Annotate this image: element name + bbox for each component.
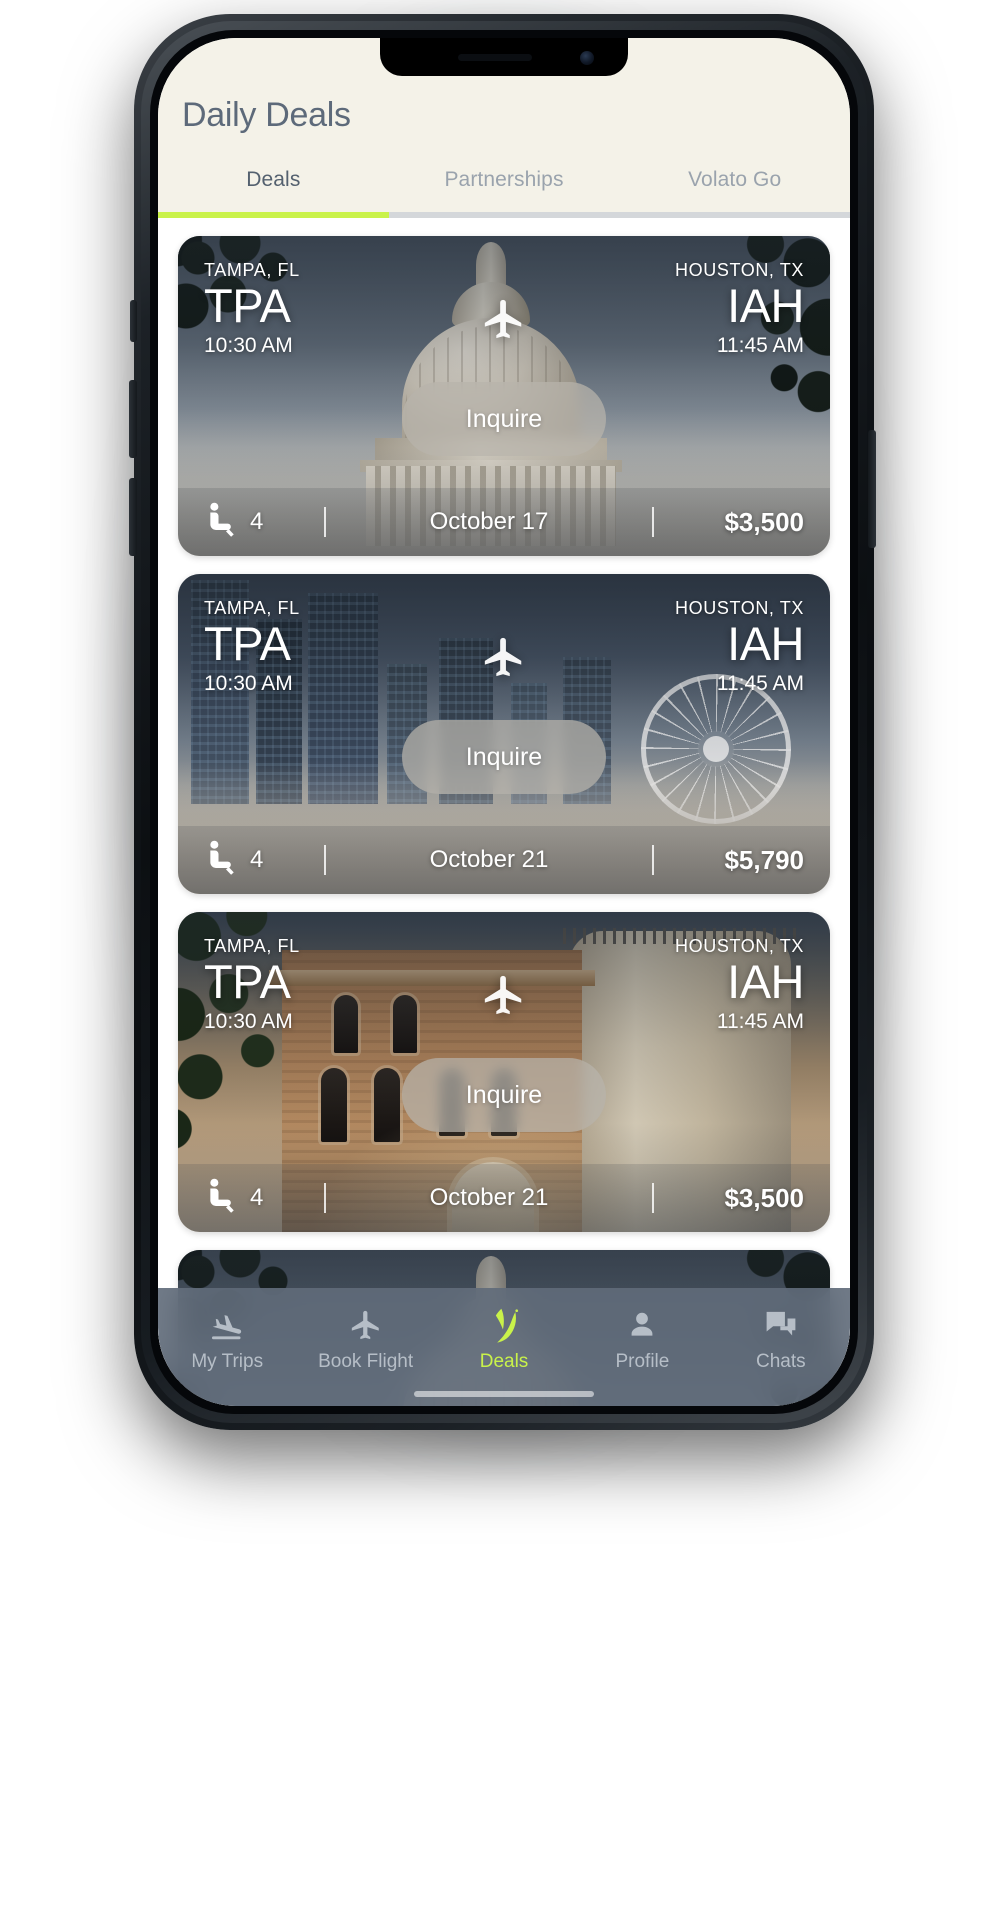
- tab-deals-underline: [158, 212, 389, 218]
- deal-card[interactable]: TAMPA, FL TPA 10:30 AM HOUSTON, TX IAH 1…: [178, 236, 830, 556]
- deal-card[interactable]: TAMPA, FL TPA 10:30 AM HOUSTON, TX IAH 1…: [178, 574, 830, 894]
- earpiece-speaker: [458, 54, 532, 61]
- notch: [380, 38, 628, 76]
- deals-scroll-list[interactable]: TAMPA, FL TPA 10:30 AM HOUSTON, TX IAH 1…: [158, 218, 850, 1406]
- inquire-button-label: Inquire: [465, 742, 543, 771]
- route-row: TAMPA, FL TPA 10:30 AM HOUSTON, TX IAH 1…: [178, 260, 830, 358]
- seats-group: 4: [204, 840, 324, 881]
- inquire-button[interactable]: Inquire: [402, 720, 606, 794]
- destination-time: 11:45 AM: [716, 671, 804, 695]
- mute-switch[interactable]: [130, 300, 137, 342]
- airplane-icon: [349, 1306, 383, 1344]
- nav-item-book-flight[interactable]: Book Flight: [296, 1306, 434, 1373]
- airplane-icon: [394, 598, 614, 680]
- bottom-navigation-bar: My Trips Book Flight Deals Profile Chats: [158, 1288, 850, 1406]
- nav-label-my-trips: My Trips: [191, 1351, 264, 1372]
- seat-icon: [204, 840, 238, 881]
- nav-item-chats[interactable]: Chats: [712, 1306, 850, 1373]
- origin-city: TAMPA, FL: [204, 260, 300, 280]
- nav-item-deals[interactable]: Deals: [435, 1306, 573, 1373]
- origin-time: 10:30 AM: [204, 671, 293, 695]
- nav-item-my-trips[interactable]: My Trips: [158, 1306, 296, 1373]
- phone-screen: Daily Deals Deals Partnerships Volato Go: [158, 38, 850, 1406]
- origin-time: 10:30 AM: [204, 333, 293, 357]
- destination-city: HOUSTON, TX: [675, 598, 804, 618]
- nav-label-chats: Chats: [756, 1351, 806, 1372]
- deal-date: October 21: [429, 1184, 549, 1211]
- origin-time: 10:30 AM: [204, 1009, 293, 1033]
- card-footer: 4 October 17 $3,500: [178, 488, 830, 556]
- nav-label-profile: Profile: [615, 1351, 670, 1372]
- destination-code: IAH: [727, 617, 804, 670]
- home-indicator[interactable]: [414, 1391, 594, 1397]
- destination-city: HOUSTON, TX: [675, 936, 804, 956]
- volume-down-button[interactable]: [129, 478, 137, 556]
- deal-card[interactable]: TAMPA, FL TPA 10:30 AM HOUSTON, TX IAH 1…: [178, 912, 830, 1232]
- deal-price: $5,790: [724, 844, 804, 875]
- power-button[interactable]: [868, 430, 876, 548]
- airplane-icon: [394, 936, 614, 1018]
- front-camera-icon: [580, 51, 594, 65]
- tab-volato-go-underline: [619, 212, 850, 218]
- deal-date: October 17: [429, 508, 549, 535]
- tab-deals[interactable]: Deals: [158, 166, 389, 218]
- inquire-button-label: Inquire: [465, 1080, 543, 1109]
- seats-group: 4: [204, 502, 324, 543]
- inquire-button[interactable]: Inquire: [402, 1058, 606, 1132]
- nav-item-profile[interactable]: Profile: [573, 1306, 711, 1373]
- origin-code: TPA: [204, 617, 291, 670]
- deal-price: $3,500: [724, 1182, 804, 1213]
- origin-block: TAMPA, FL TPA 10:30 AM: [204, 260, 394, 358]
- person-icon: [626, 1306, 658, 1344]
- seats-group: 4: [204, 1178, 324, 1219]
- seat-icon: [204, 502, 238, 543]
- inquire-button-label: Inquire: [465, 404, 543, 433]
- nav-label-deals: Deals: [479, 1351, 529, 1372]
- seat-count: 4: [250, 1184, 264, 1211]
- tab-partnerships[interactable]: Partnerships: [388, 166, 620, 218]
- card-footer: 4 October 21 $3,500: [178, 1164, 830, 1232]
- seat-count: 4: [250, 508, 264, 535]
- volato-leaf-logo: [487, 1306, 521, 1344]
- destination-block: HOUSTON, TX IAH 11:45 AM: [614, 260, 804, 358]
- flight-land-icon: [208, 1306, 246, 1344]
- origin-block: TAMPA, FL TPA 10:30 AM: [204, 936, 394, 1034]
- origin-city: TAMPA, FL: [204, 598, 300, 618]
- tab-partnerships-label: Partnerships: [444, 168, 564, 191]
- route-row: TAMPA, FL TPA 10:30 AM HOUSTON, TX IAH 1…: [178, 598, 830, 696]
- origin-block: TAMPA, FL TPA 10:30 AM: [204, 598, 394, 696]
- origin-code: TPA: [204, 955, 291, 1008]
- inquire-button[interactable]: Inquire: [402, 382, 606, 456]
- seat-icon: [204, 1178, 238, 1219]
- seat-count: 4: [250, 846, 264, 873]
- volume-up-button[interactable]: [129, 380, 137, 458]
- destination-block: HOUSTON, TX IAH 11:45 AM: [614, 598, 804, 696]
- tab-volato-go[interactable]: Volato Go: [619, 166, 850, 218]
- airplane-icon: [394, 260, 614, 342]
- destination-code: IAH: [727, 279, 804, 332]
- nav-label-book-flight: Book Flight: [318, 1351, 414, 1372]
- deal-date: October 21: [429, 846, 549, 873]
- route-row: TAMPA, FL TPA 10:30 AM HOUSTON, TX IAH 1…: [178, 936, 830, 1034]
- page-title: Daily Deals: [182, 96, 351, 134]
- origin-city: TAMPA, FL: [204, 936, 300, 956]
- destination-city: HOUSTON, TX: [675, 260, 804, 280]
- segment-tabbar: Deals Partnerships Volato Go: [158, 166, 850, 218]
- destination-block: HOUSTON, TX IAH 11:45 AM: [614, 936, 804, 1034]
- tab-partnerships-underline: [388, 212, 620, 218]
- tab-volato-go-label: Volato Go: [688, 168, 782, 191]
- deal-price: $3,500: [724, 506, 804, 537]
- chat-bubbles-icon: [764, 1306, 798, 1344]
- destination-time: 11:45 AM: [716, 1009, 804, 1033]
- destination-time: 11:45 AM: [716, 333, 804, 357]
- screenshot-root: Daily Deals Deals Partnerships Volato Go: [0, 0, 1003, 1912]
- destination-code: IAH: [727, 955, 804, 1008]
- origin-code: TPA: [204, 279, 291, 332]
- card-footer: 4 October 21 $5,790: [178, 826, 830, 894]
- tab-deals-label: Deals: [246, 168, 301, 191]
